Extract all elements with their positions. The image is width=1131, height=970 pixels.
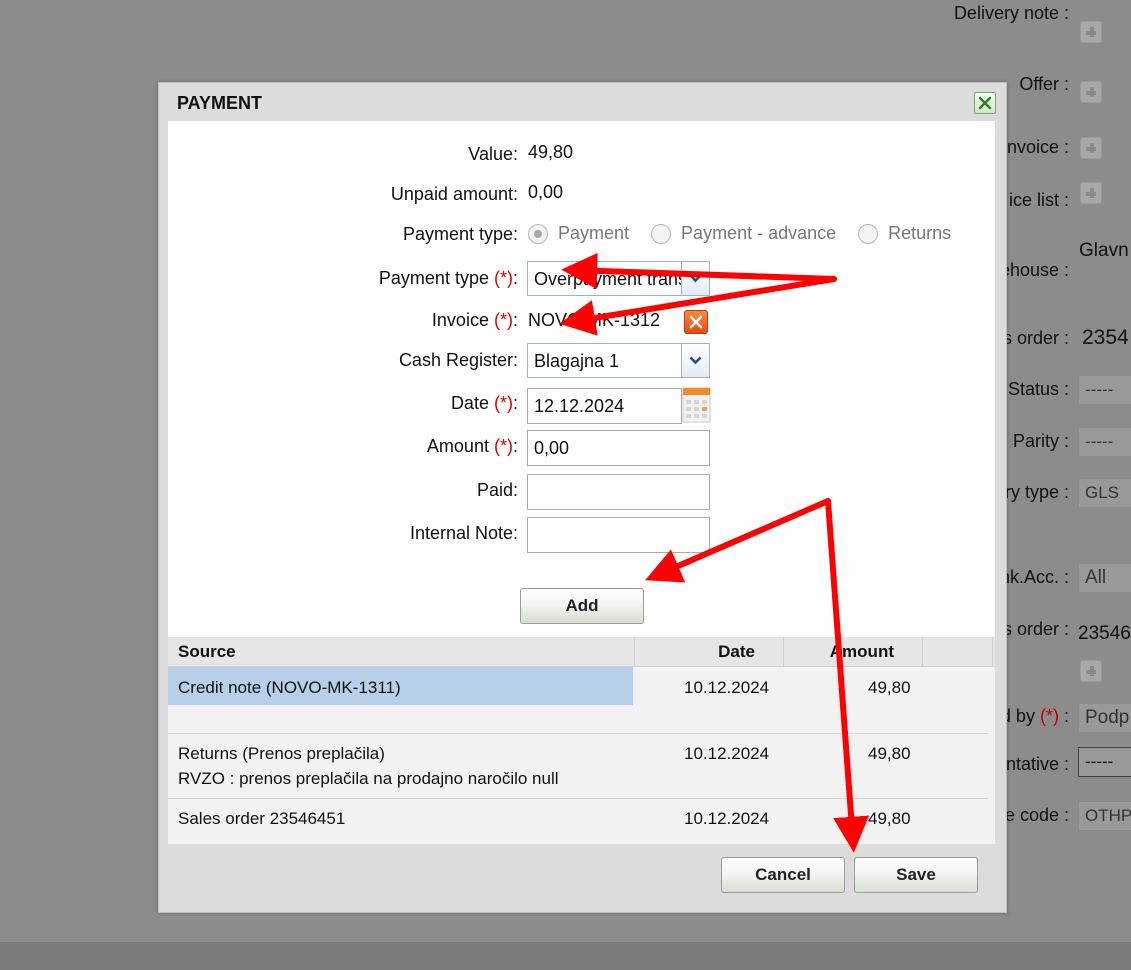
column-source[interactable]: Source xyxy=(168,637,635,667)
cash-register-label: Cash Register: xyxy=(398,350,518,370)
cancel-button[interactable]: Cancel xyxy=(721,857,845,893)
chevron-down-icon[interactable] xyxy=(681,344,709,377)
bank-acc-label: nk.Acc. : xyxy=(999,567,1069,587)
add-offer-icon[interactable] xyxy=(1080,81,1102,103)
row-source: Sales order 23546451 xyxy=(178,809,346,828)
code-label: e code : xyxy=(1004,805,1069,825)
offer-label: Offer : xyxy=(1019,74,1069,94)
parity-label: Parity : xyxy=(1012,431,1069,451)
remove-invoice-icon[interactable] xyxy=(684,310,708,334)
delivery-type-field[interactable]: GLS xyxy=(1078,478,1131,508)
cash-register-select[interactable]: Blagajna 1 xyxy=(527,343,710,378)
column-amount[interactable]: Amount xyxy=(784,637,923,667)
dialog-header: PAYMENT xyxy=(159,83,1006,121)
radio-payment-advance[interactable]: Payment - advance xyxy=(651,223,836,244)
row-source-note: RVZO : prenos preplačila na prodajno nar… xyxy=(178,769,559,788)
delivery-type-label: ry type : xyxy=(1004,482,1069,502)
payment-type-select[interactable]: Overpayment transfer xyxy=(527,261,710,296)
payment-type-select-label: Payment type (*): xyxy=(378,268,518,288)
paid-label: Paid: xyxy=(476,480,518,500)
internal-note-input[interactable] xyxy=(527,517,710,553)
add-price-list-icon[interactable] xyxy=(1080,182,1102,204)
invoice-value: NOVO-MK-1312 xyxy=(528,310,661,330)
radio-returns-label: Returns xyxy=(888,223,952,243)
add-sales-order-icon[interactable] xyxy=(1080,660,1102,682)
amount-input[interactable]: 0,00 xyxy=(527,430,710,466)
save-button[interactable]: Save xyxy=(854,857,978,893)
internal-note-label: Internal Note: xyxy=(409,523,518,543)
radio-payment-advance-label: Payment - advance xyxy=(681,223,837,243)
calendar-icon[interactable] xyxy=(682,387,711,423)
row-amount: 49,80 xyxy=(868,809,911,828)
radio-returns-dot[interactable] xyxy=(858,223,879,244)
warehouse-value: Glavn xyxy=(1079,240,1129,261)
invoice-label: Invoice (*): xyxy=(431,310,518,330)
date-label: Date (*): xyxy=(450,393,518,413)
row-date: 10.12.2024 xyxy=(684,678,770,697)
add-invoice-icon[interactable] xyxy=(1080,137,1102,159)
payment-type-radio-label: Payment type: xyxy=(402,224,518,244)
table-header: Source Date Amount xyxy=(168,637,995,667)
row-amount: 49,80 xyxy=(868,744,911,763)
add-delivery-note-icon[interactable] xyxy=(1080,21,1102,43)
parity-field[interactable]: ----- xyxy=(1078,427,1131,457)
row-date: 10.12.2024 xyxy=(684,744,770,763)
dialog-title: PAYMENT xyxy=(177,93,263,113)
paid-input[interactable] xyxy=(527,474,710,510)
status-label: Status : xyxy=(1007,379,1069,399)
warehouse-label: ehouse : xyxy=(999,260,1069,280)
bank-acc-field[interactable]: All xyxy=(1078,563,1131,593)
dialog-footer: Cancel Save xyxy=(159,844,1006,914)
page-bottom-bar xyxy=(0,942,1131,970)
representative-label: ntative : xyxy=(1005,754,1069,774)
row-source: Credit note (NOVO-MK-1311) xyxy=(178,678,401,697)
add-button[interactable]: Add xyxy=(520,588,644,624)
chevron-down-icon[interactable] xyxy=(681,262,709,295)
radio-payment-advance-dot[interactable] xyxy=(651,223,672,244)
order-label: s order : xyxy=(1002,328,1069,348)
radio-payment[interactable]: Payment xyxy=(528,223,629,244)
unpaid-amount-label: Unpaid amount: xyxy=(390,184,518,204)
table-row[interactable]: Sales order 23546451 10.12.2024 49,80 xyxy=(168,799,988,844)
table-row[interactable]: Credit note (NOVO-MK-1311) 10.12.2024 49… xyxy=(168,667,988,734)
column-date[interactable]: Date xyxy=(635,637,784,667)
amount-label: Amount (*): xyxy=(426,436,518,456)
by-field[interactable]: Podp xyxy=(1078,703,1131,733)
sales-order-label: s order : xyxy=(1002,619,1069,639)
radio-payment-dot[interactable] xyxy=(528,223,548,244)
payment-type-radio-group: Payment Payment - advance Returns xyxy=(528,223,973,244)
order-value: 2354 xyxy=(1082,326,1129,349)
payment-form: Value: 49,80 Unpaid amount: 0,00 Payment… xyxy=(168,121,995,637)
close-icon[interactable] xyxy=(974,92,996,114)
invoice-label: nvoice : xyxy=(1006,137,1069,157)
value-label: Value: xyxy=(468,144,518,164)
column-extra xyxy=(923,637,993,667)
sales-order-value: 23546 xyxy=(1078,623,1131,644)
date-input[interactable]: 12.12.2024 xyxy=(527,388,682,424)
radio-payment-label: Payment xyxy=(558,223,630,243)
payment-dialog: PAYMENT Value: 49,80 Unpaid amount: 0,00… xyxy=(158,82,1007,913)
cash-register-selected: Blagajna 1 xyxy=(534,351,620,371)
value-amount: 49,80 xyxy=(528,142,574,162)
row-source: Returns (Prenos preplačila) xyxy=(178,744,385,763)
representative-field[interactable]: ----- xyxy=(1078,747,1131,777)
by-label: d by (*) : xyxy=(1000,706,1069,726)
price-list-label: ice list : xyxy=(1008,190,1069,210)
status-field[interactable]: ----- xyxy=(1078,375,1131,405)
row-date: 10.12.2024 xyxy=(684,809,770,828)
table-row[interactable]: Returns (Prenos preplačila) RVZO : preno… xyxy=(168,734,988,799)
code-field[interactable]: OTHP xyxy=(1078,801,1131,831)
delivery-note-label: Delivery note : xyxy=(953,3,1069,23)
payments-table: Source Date Amount Credit note (NOVO-MK-… xyxy=(168,637,995,844)
row-amount: 49,80 xyxy=(868,678,911,697)
radio-returns[interactable]: Returns xyxy=(858,223,951,244)
unpaid-amount-value: 0,00 xyxy=(528,182,564,202)
